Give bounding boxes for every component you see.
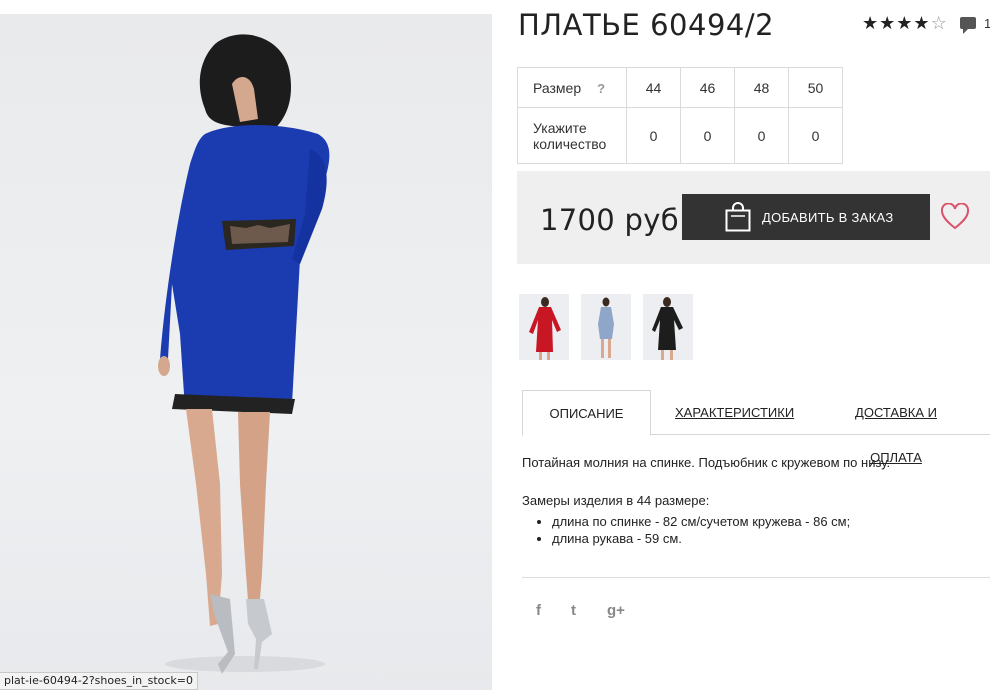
quantity-input-48[interactable]: 0 bbox=[734, 107, 789, 164]
size-50: 50 bbox=[788, 67, 843, 108]
size-46: 46 bbox=[680, 67, 735, 108]
size-44: 44 bbox=[626, 67, 681, 108]
browser-status-url: plat-ie-60494-2?shoes_in_stock=0 bbox=[0, 672, 199, 690]
rating-stars[interactable]: ★★★★☆ bbox=[862, 13, 948, 34]
star-filled-icon: ★ bbox=[913, 13, 931, 33]
add-to-order-label: ДОБАВИТЬ В ЗАКАЗ bbox=[762, 209, 894, 225]
quantity-label-line2: количество bbox=[533, 135, 607, 152]
google-plus-icon[interactable]: g+ bbox=[607, 602, 625, 619]
list-item: длина по спинке - 82 см/сучетом кружева … bbox=[552, 513, 982, 530]
star-filled-icon: ★ bbox=[879, 13, 897, 33]
thumb-blue[interactable] bbox=[581, 294, 631, 360]
product-photo bbox=[0, 14, 492, 690]
star-filled-icon: ★ bbox=[896, 13, 914, 33]
twitter-icon[interactable]: t bbox=[571, 602, 576, 619]
product-title: ПЛАТЬЕ 60494/2 bbox=[518, 8, 775, 42]
quantity-label-line1: Укажите bbox=[533, 119, 587, 136]
thumb-black[interactable] bbox=[643, 294, 693, 360]
shopping-bag-icon bbox=[725, 202, 751, 232]
size-48: 48 bbox=[734, 67, 789, 108]
star-filled-icon: ★ bbox=[862, 13, 880, 33]
size-table: Размер? 44 46 48 50 Укажите количество 0 … bbox=[517, 67, 843, 164]
description-intro: Потайная молния на спинке. Подъюбник с к… bbox=[522, 455, 891, 470]
tab-delivery-payment[interactable]: ДОСТАВКА И ОПЛАТА bbox=[833, 390, 959, 465]
quantity-input-44[interactable]: 0 bbox=[626, 107, 681, 164]
product-price: 1700 руб bbox=[540, 203, 679, 237]
measurements-title: Замеры изделия в 44 размере: bbox=[522, 493, 710, 508]
heart-icon[interactable] bbox=[940, 203, 970, 231]
add-to-order-button[interactable]: ДОБАВИТЬ В ЗАКАЗ bbox=[682, 194, 930, 240]
size-row: Размер? 44 46 48 50 bbox=[517, 67, 843, 108]
star-empty-icon: ☆ bbox=[930, 13, 948, 33]
quantity-input-46[interactable]: 0 bbox=[680, 107, 735, 164]
tab-characteristics[interactable]: ХАРАКТЕРИСТИКИ bbox=[675, 390, 794, 435]
quantity-row: Укажите количество 0 0 0 0 bbox=[517, 107, 843, 164]
thumb-red[interactable] bbox=[519, 294, 569, 360]
quantity-input-50[interactable]: 0 bbox=[788, 107, 843, 164]
comment-count[interactable]: 1 bbox=[984, 16, 990, 31]
divider bbox=[522, 577, 990, 578]
quantity-label-cell: Укажите количество bbox=[517, 107, 627, 164]
size-help-icon[interactable]: ? bbox=[597, 81, 605, 96]
measurements-list: длина по спинке - 82 см/сучетом кружева … bbox=[522, 513, 982, 547]
tab-description[interactable]: ОПИСАНИЕ bbox=[522, 390, 651, 436]
product-tabs: ОПИСАНИЕ ХАРАКТЕРИСТИКИ ДОСТАВКА И ОПЛАТ… bbox=[522, 390, 990, 465]
product-description: Потайная молния на спинке. Подъюбник с к… bbox=[522, 454, 982, 547]
size-label: Размер bbox=[533, 79, 582, 96]
comment-icon[interactable] bbox=[960, 17, 976, 34]
facebook-icon[interactable]: f bbox=[536, 602, 541, 619]
list-item: длина рукава - 59 см. bbox=[552, 530, 982, 547]
size-label-cell: Размер? bbox=[517, 67, 627, 108]
price-box: 1700 руб ДОБАВИТЬ В ЗАКАЗ bbox=[517, 171, 990, 264]
